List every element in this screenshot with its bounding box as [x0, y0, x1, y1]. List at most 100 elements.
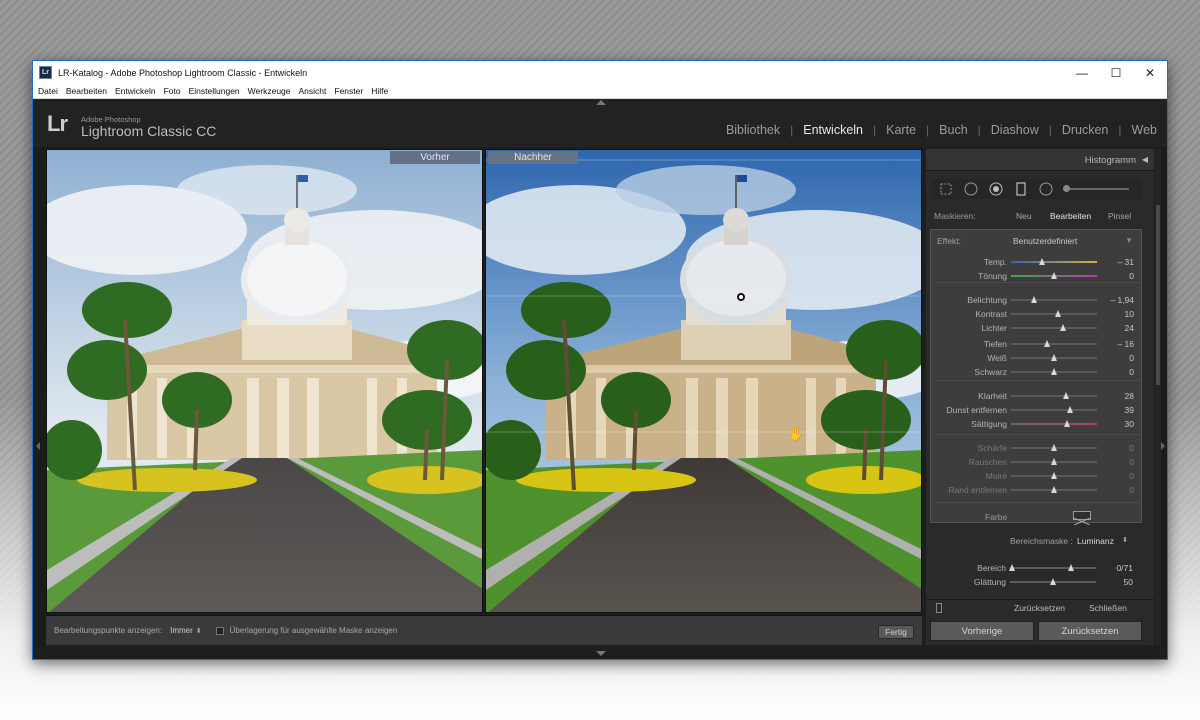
crop-tool-icon[interactable] — [938, 181, 954, 197]
slider-thumb[interactable] — [1051, 472, 1057, 479]
module-karte[interactable]: Karte — [886, 123, 916, 137]
slider-track[interactable] — [1011, 406, 1097, 413]
mask-reset-button[interactable]: Zurücksetzen — [1014, 603, 1065, 613]
left-panel-toggle-icon[interactable] — [36, 442, 40, 450]
brush-slider[interactable] — [1063, 185, 1129, 192]
smoothness-track[interactable] — [1010, 578, 1096, 585]
module-web[interactable]: Web — [1132, 123, 1157, 137]
module-diashow[interactable]: Diashow — [991, 123, 1039, 137]
menu-fenster[interactable]: Fenster — [334, 86, 363, 96]
previous-button[interactable]: Vorherige — [930, 621, 1034, 641]
slider-track[interactable] — [1011, 472, 1097, 479]
range-track[interactable] — [1008, 564, 1096, 571]
smoothness-thumb[interactable] — [1050, 578, 1056, 585]
mask-edit-button[interactable]: Bearbeiten — [1050, 211, 1091, 221]
module-drucken[interactable]: Drucken — [1062, 123, 1109, 137]
module-entwickeln[interactable]: Entwickeln — [803, 123, 863, 137]
before-photo[interactable]: Vorher — [46, 149, 483, 613]
slider-track[interactable] — [1011, 458, 1097, 465]
range-value[interactable]: 0/71 — [1116, 563, 1133, 573]
maximize-button[interactable]: ☐ — [1099, 61, 1133, 84]
range-thumb-low[interactable] — [1008, 564, 1015, 571]
minimize-button[interactable]: — — [1065, 61, 1099, 84]
slider-track[interactable] — [1011, 420, 1097, 427]
module-buch[interactable]: Buch — [939, 123, 968, 137]
slider-value[interactable]: 39 — [1125, 405, 1134, 415]
slider-thumb[interactable] — [1067, 406, 1074, 413]
slider-track[interactable] — [1011, 444, 1097, 451]
slider-thumb[interactable] — [1051, 354, 1057, 361]
right-panel-toggle-icon[interactable] — [1161, 442, 1165, 450]
slider-track[interactable] — [1011, 392, 1097, 399]
slider-thumb[interactable] — [1038, 258, 1045, 265]
slider-thumb[interactable] — [1063, 420, 1070, 427]
slider-value[interactable]: – 1,94 — [1110, 295, 1134, 305]
slider-thumb[interactable] — [1060, 324, 1067, 331]
spot-removal-icon[interactable] — [963, 181, 979, 197]
filmstrip-toggle-icon[interactable] — [596, 651, 606, 656]
slider-value[interactable]: 28 — [1125, 391, 1134, 401]
close-button[interactable]: ✕ — [1133, 61, 1167, 84]
slider-thumb[interactable] — [1051, 272, 1057, 279]
slider-value[interactable]: 0 — [1129, 457, 1134, 467]
effect-collapse-icon[interactable]: ▼ — [1125, 236, 1133, 245]
slider-track[interactable] — [1011, 296, 1097, 303]
mask-brush-button[interactable]: Pinsel — [1108, 211, 1131, 221]
slider-value[interactable]: 0 — [1129, 471, 1134, 481]
menu-einstellungen[interactable]: Einstellungen — [189, 86, 240, 96]
show-points-select[interactable]: Immer — [170, 626, 193, 635]
color-swatch[interactable] — [1073, 511, 1091, 526]
smoothness-value[interactable]: 50 — [1124, 577, 1133, 587]
graduated-filter-icon[interactable] — [1013, 181, 1029, 197]
slider-thumb[interactable] — [1055, 310, 1062, 317]
range-mask-select[interactable]: Luminanz — [1077, 536, 1114, 546]
slider-track[interactable] — [1011, 258, 1097, 265]
slider-thumb[interactable] — [1063, 392, 1070, 399]
slider-value[interactable]: – 16 — [1117, 339, 1134, 349]
slider-track[interactable] — [1011, 354, 1097, 361]
slider-thumb[interactable] — [1051, 486, 1057, 493]
slider-value[interactable]: 0 — [1129, 353, 1134, 363]
radial-filter-icon[interactable] — [1038, 181, 1054, 197]
slider-thumb[interactable] — [1044, 340, 1051, 347]
top-panel-toggle-icon[interactable] — [596, 100, 606, 105]
slider-track[interactable] — [1011, 324, 1097, 331]
slider-track[interactable] — [1011, 272, 1097, 279]
menu-ansicht[interactable]: Ansicht — [299, 86, 327, 96]
menu-entwickeln[interactable]: Entwickeln — [115, 86, 156, 96]
filmstrip-edge[interactable] — [33, 647, 1167, 659]
slider-track[interactable] — [1011, 340, 1097, 347]
after-photo[interactable]: Nachher ✋ — [485, 149, 922, 613]
slider-value[interactable]: 0 — [1129, 485, 1134, 495]
mask-close-button[interactable]: Schließen — [1089, 603, 1127, 613]
slider-thumb[interactable] — [1051, 444, 1057, 451]
menu-werkzeuge[interactable]: Werkzeuge — [248, 86, 291, 96]
slider-value[interactable]: 24 — [1125, 323, 1134, 333]
slider-value[interactable]: 0 — [1129, 367, 1134, 377]
slider-value[interactable]: 0 — [1129, 443, 1134, 453]
range-thumb-high[interactable] — [1068, 564, 1075, 571]
slider-thumb[interactable] — [1031, 296, 1038, 303]
menu-foto[interactable]: Foto — [164, 86, 181, 96]
right-panel-edge[interactable] — [1161, 147, 1167, 647]
module-bibliothek[interactable]: Bibliothek — [726, 123, 780, 137]
collapse-triangle-icon[interactable]: ◀ — [1142, 155, 1148, 164]
effect-select[interactable]: Benutzerdefiniert — [1013, 236, 1077, 246]
slider-value[interactable]: 0 — [1129, 271, 1134, 281]
done-button[interactable]: Fertig — [878, 625, 914, 639]
menu-hilfe[interactable]: Hilfe — [371, 86, 388, 96]
scroll-thumb[interactable] — [1156, 205, 1160, 385]
menu-datei[interactable]: Datei — [38, 86, 58, 96]
slider-track[interactable] — [1011, 310, 1097, 317]
panel-switch-icon[interactable] — [936, 603, 942, 613]
reset-button[interactable]: Zurücksetzen — [1038, 621, 1142, 641]
histogram-header[interactable]: Histogramm ◀ — [926, 149, 1154, 171]
red-eye-icon[interactable] — [988, 181, 1004, 197]
slider-track[interactable] — [1011, 486, 1097, 493]
overlay-checkbox[interactable] — [215, 626, 224, 635]
slider-value[interactable]: 30 — [1125, 419, 1134, 429]
slider-value[interactable]: – 31 — [1117, 257, 1134, 267]
slider-track[interactable] — [1011, 368, 1097, 375]
menu-bearbeiten[interactable]: Bearbeiten — [66, 86, 107, 96]
mask-new-button[interactable]: Neu — [1016, 211, 1032, 221]
